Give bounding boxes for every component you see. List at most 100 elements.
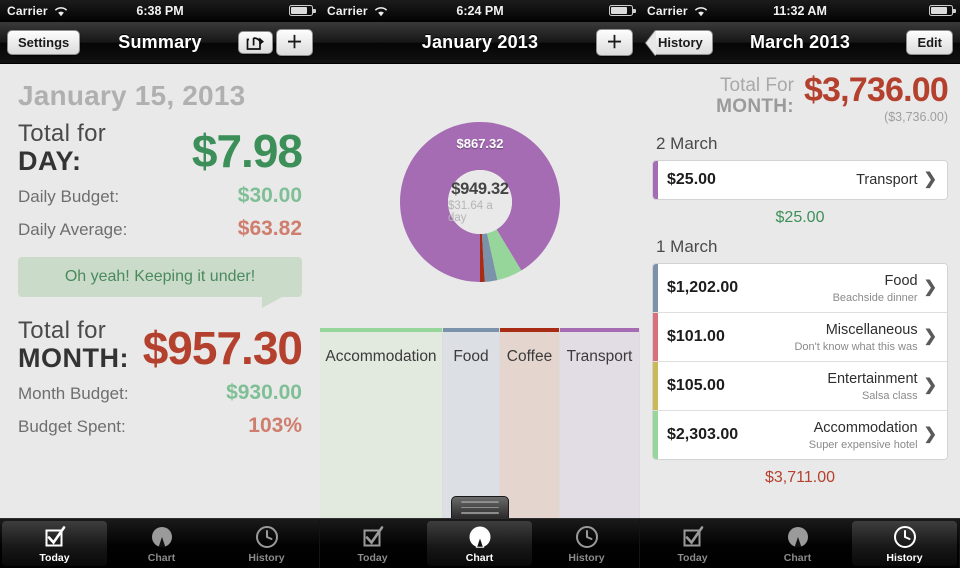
category-color-stripe xyxy=(653,264,658,312)
tab-history[interactable]: History xyxy=(214,519,319,568)
tab-today[interactable]: Today xyxy=(320,519,425,568)
transaction-meta: EntertainmentSalsa class xyxy=(827,370,923,402)
table-row[interactable]: $101.00MiscellaneousDon't know what this… xyxy=(653,313,947,362)
page-title: January 2013 xyxy=(320,32,640,53)
encouragement-bubble: Oh yeah! Keeping it under! xyxy=(18,257,302,297)
transaction-meta: Food Beachside dinner xyxy=(833,272,924,304)
edit-button[interactable]: Edit xyxy=(906,30,953,55)
daily-average-value: $63.82 xyxy=(238,217,302,241)
pie-chart-icon xyxy=(149,524,175,550)
summary-date: January 15, 2013 xyxy=(18,80,302,112)
day-total-label-line1: Total for xyxy=(18,120,106,147)
tab-chart[interactable]: Chart xyxy=(427,521,532,566)
transaction-amount: $105.00 xyxy=(667,377,725,395)
month-total-label-line1: Total for xyxy=(18,317,106,344)
share-icon xyxy=(246,35,265,50)
transaction-category: Accommodation xyxy=(814,420,918,436)
tab-today[interactable]: Today xyxy=(2,521,107,566)
chevron-right-icon: ❯ xyxy=(924,172,937,188)
month-total-header: Total For MONTH: $3,736.00 ($3,736.00) xyxy=(652,64,948,124)
tab-chart[interactable]: Chart xyxy=(745,519,850,568)
battery-icon xyxy=(289,5,313,16)
clock-label: 6:24 PM xyxy=(320,4,640,18)
table-row[interactable]: $2,303.00 Accommodation Super expensive ho… xyxy=(653,411,947,459)
three-phone-screenshots: Carrier 6:38 PM Settings Summary ＋ xyxy=(0,0,960,568)
pie-chart-icon xyxy=(785,524,811,550)
pie-chart-icon xyxy=(467,524,493,550)
category-column-accommodation[interactable]: Accommodation xyxy=(320,328,443,518)
tab-group-2: Today ChartHistory xyxy=(320,519,640,568)
daily-budget-label: Daily Budget: xyxy=(18,187,119,207)
tab-label: History xyxy=(248,552,284,564)
category-label: Coffee xyxy=(507,348,552,518)
table-row[interactable]: $25.00 Transport❯ xyxy=(653,161,947,199)
category-label: Transport xyxy=(567,348,633,518)
month-total-label-line2: MONTH: xyxy=(716,97,794,116)
add-button[interactable]: ＋ xyxy=(276,29,313,56)
transaction-amount: $25.00 xyxy=(667,171,716,189)
tab-label: Today xyxy=(39,552,69,564)
transaction-note: Super expensive hotel xyxy=(809,439,918,451)
category-color-stripe xyxy=(653,362,658,410)
category-color-bar xyxy=(320,328,442,332)
tab-label: Chart xyxy=(784,552,811,564)
clock-label: 11:32 AM xyxy=(640,4,960,18)
largest-slice-label: $867.32 xyxy=(320,136,640,151)
transaction-amount: $1,202.00 xyxy=(667,279,738,297)
daily-average-label: Daily Average: xyxy=(18,220,127,240)
tab-history[interactable]: History xyxy=(534,519,639,568)
summary-content: January 15, 2013 Total for DAY: $7.98 Da… xyxy=(0,80,320,438)
phone-panel-history: Carrier 11:32 AM History March 2013 Edit… xyxy=(640,0,960,518)
transaction-amount: $2,303.00 xyxy=(667,426,738,444)
clock-icon xyxy=(892,524,918,550)
add-button[interactable]: ＋ xyxy=(596,29,633,56)
transaction-day-header: 2 March xyxy=(656,134,948,154)
share-button[interactable] xyxy=(238,31,273,54)
month-budget-label: Month Budget: xyxy=(18,384,129,404)
table-row[interactable]: $105.00EntertainmentSalsa class❯ xyxy=(653,362,947,411)
tab-chart[interactable]: Chart xyxy=(109,519,214,568)
nav-bar-mid: January 2013 ＋ xyxy=(320,22,640,64)
tab-group-3: Today Chart History xyxy=(640,519,960,568)
drag-handle[interactable] xyxy=(451,496,509,518)
day-total: $25.00 xyxy=(652,209,948,227)
check-box-icon xyxy=(42,524,68,550)
transaction-amount: $101.00 xyxy=(667,328,725,346)
category-column-transport[interactable]: Transport xyxy=(560,328,640,518)
nav-bar-right: History March 2013 Edit xyxy=(640,22,960,64)
chevron-right-icon: ❯ xyxy=(924,329,937,345)
tab-label: Chart xyxy=(148,552,175,564)
status-bar-left: Carrier 6:38 PM xyxy=(0,0,320,22)
category-column-coffee[interactable]: Coffee xyxy=(500,328,560,518)
category-label: Accommodation xyxy=(325,348,436,518)
transaction-category: Food xyxy=(885,273,918,289)
category-color-bar xyxy=(443,328,499,332)
day-total-block: Total for DAY: $7.98 xyxy=(18,122,302,175)
transaction-note: Beachside dinner xyxy=(833,292,918,304)
day-total: $3,711.00 xyxy=(652,469,948,487)
history-content: Total For MONTH: $3,736.00 ($3,736.00) 2… xyxy=(640,64,960,487)
category-color-bar xyxy=(560,328,639,332)
transaction-category: Entertainment xyxy=(827,371,917,387)
tab-label: Today xyxy=(677,552,707,564)
category-column-food[interactable]: Food xyxy=(443,328,500,518)
status-bar-mid: Carrier 6:24 PM xyxy=(320,0,640,22)
chevron-right-icon: ❯ xyxy=(924,280,937,296)
tab-bar: TodayChartHistoryTodayChartHistoryTodayC… xyxy=(0,518,960,568)
tab-group-1: Today Chart History xyxy=(0,519,320,568)
back-button-label: History xyxy=(656,30,713,55)
table-row[interactable]: $1,202.00 Food Beachside dinner ❯ xyxy=(653,264,947,313)
tab-label: Today xyxy=(357,552,387,564)
transaction-list: $1,202.00FoodBeachside dinner❯$101.00Mis… xyxy=(652,263,948,460)
month-total-label-line1: Total For xyxy=(716,76,794,95)
day-total-amount: $7.98 xyxy=(192,124,302,178)
settings-button[interactable]: Settings xyxy=(7,30,80,55)
category-columns: AccommodationFoodCoffee Transport xyxy=(320,328,640,518)
donut-center: $949.32 $31.64 a day xyxy=(448,170,512,234)
month-budget-value: $930.00 xyxy=(226,381,302,405)
back-button[interactable]: History xyxy=(646,30,713,56)
transaction-meta: Transport xyxy=(856,171,924,189)
category-color-bar xyxy=(500,328,559,332)
tab-today[interactable]: Today xyxy=(640,519,745,568)
tab-history[interactable]: History xyxy=(852,521,957,566)
